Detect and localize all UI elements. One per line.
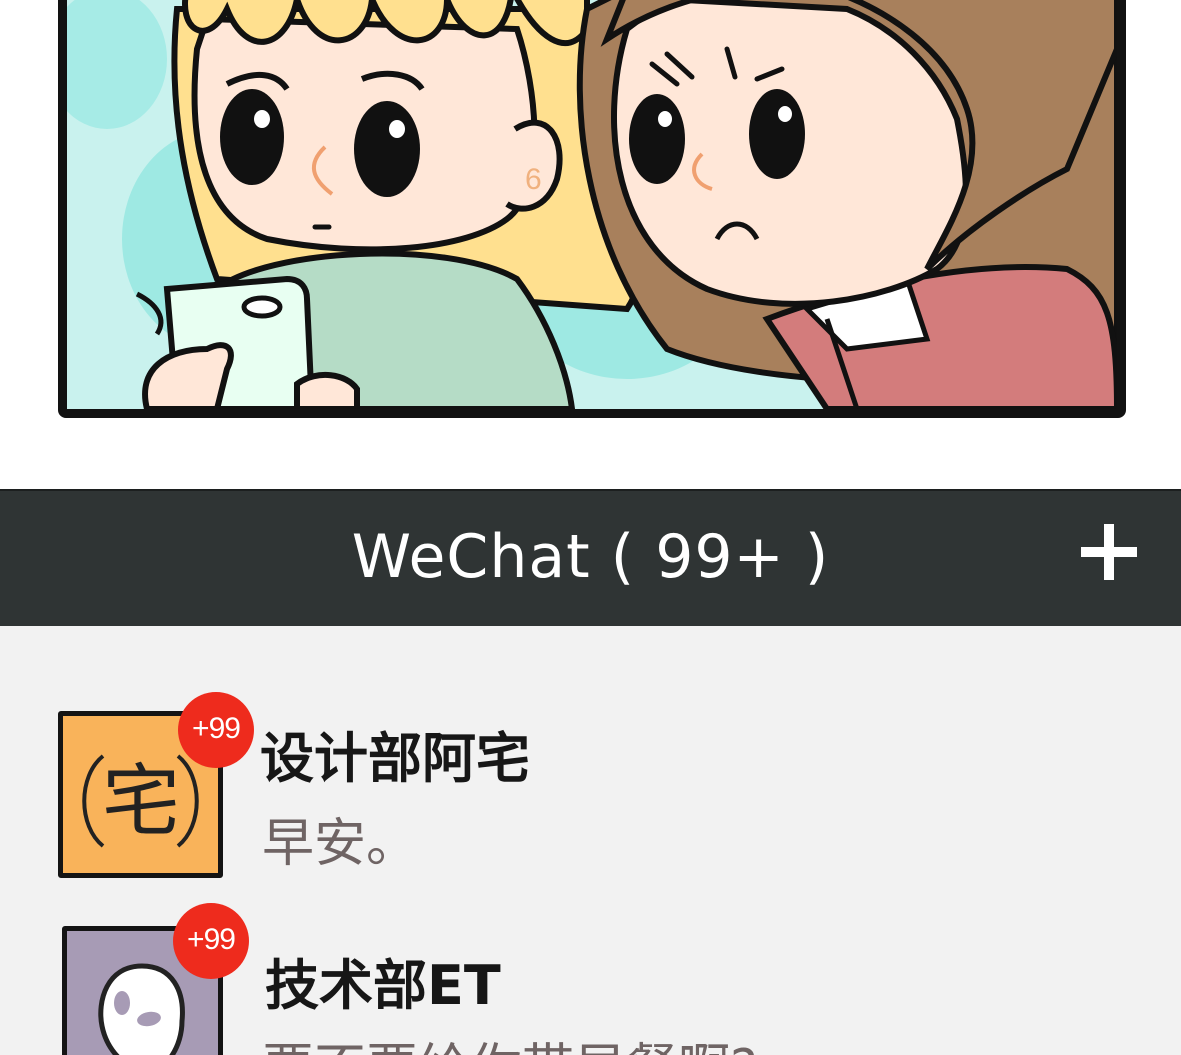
- unread-badge: +99: [173, 903, 249, 979]
- contact-name: 设计部阿宅: [260, 727, 530, 790]
- last-message: 早安。: [262, 814, 419, 874]
- last-message: 要不要给你带早餐啊?: [262, 1026, 758, 1055]
- chat-list: 宅 +99 设计部阿宅 早安。 +99 技术部ET 要不要给你带早餐啊?: [0, 626, 1181, 1055]
- chat-item-design-zhai[interactable]: 宅 +99 设计部阿宅 早安。: [0, 686, 1181, 886]
- comic-panel: 6: [58, 0, 1126, 418]
- chat-item-tech-et[interactable]: +99 技术部ET 要不要给你带早餐啊?: [0, 901, 1181, 1055]
- wechat-header: WeChat ( 99+ ): [0, 489, 1181, 626]
- avatar-glyph: 宅: [102, 757, 180, 847]
- contact-name: 技术部ET: [265, 954, 501, 1017]
- svg-text:6: 6: [525, 163, 542, 196]
- header-title: WeChat ( 99+ ): [351, 522, 830, 592]
- add-button[interactable]: [1078, 521, 1140, 583]
- plus-icon: [1081, 524, 1137, 580]
- comic-page: 6 WeChat (99+) 宅 +99 设计部阿宅 早安。 +99 技术部…: [0, 0, 1181, 1055]
- unread-badge: +99: [178, 692, 254, 768]
- comic-illustration: 6: [67, 0, 1117, 409]
